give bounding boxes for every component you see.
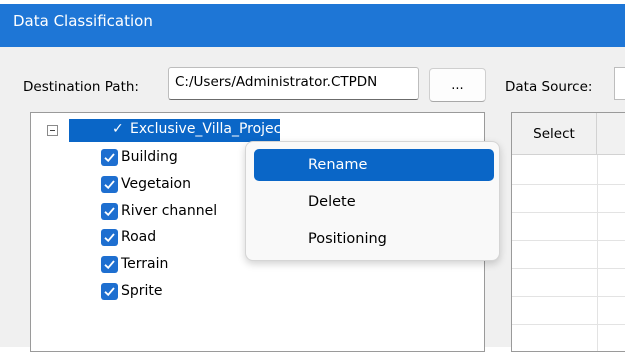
title-bar: Data Classification	[0, 0, 625, 47]
grid-row-line	[512, 324, 625, 325]
tree-item-road[interactable]: Road	[101, 227, 156, 247]
checkbox-checked-icon[interactable]	[101, 175, 118, 193]
checkbox-checked-icon[interactable]	[101, 148, 118, 166]
tree-root-selection[interactable]: ✓ Exclusive_Villa_Project	[69, 119, 287, 142]
grid-header: Select	[512, 113, 625, 155]
window-title: Data Classification	[13, 12, 153, 30]
checkmark-icon[interactable]: ✓	[112, 121, 124, 137]
data-source-label: Data Source:	[505, 79, 593, 95]
destination-path-input[interactable]: C:/Users/Administrator.CTPDN	[168, 67, 419, 100]
collapse-icon[interactable]	[47, 124, 58, 136]
tree-item-label: Building	[121, 149, 178, 165]
column-header-select[interactable]: Select	[512, 113, 597, 155]
grid-row-line	[512, 268, 625, 269]
context-menu: Rename Delete Positioning	[245, 141, 500, 261]
tree-item-label: Vegetaion	[121, 176, 191, 192]
tree-root-label[interactable]: Exclusive_Villa_Project	[130, 121, 287, 137]
tree-item-building[interactable]: Building	[101, 147, 178, 167]
grid-row-line	[512, 240, 625, 241]
tree-root-row[interactable]	[47, 119, 58, 141]
checkbox-checked-icon[interactable]	[101, 255, 118, 273]
data-classification-dialog: Data Classification Destination Path: C:…	[0, 0, 625, 352]
tree-item-vegetaion[interactable]: Vegetaion	[101, 174, 191, 194]
destination-path-label: Destination Path:	[23, 79, 139, 95]
grid-row-line	[512, 184, 625, 185]
tree-item-label: Sprite	[121, 283, 163, 299]
checkbox-checked-icon[interactable]	[101, 282, 118, 300]
checkbox-checked-icon[interactable]	[101, 228, 118, 246]
grid-row-line	[512, 296, 625, 297]
tree-item-river-channel[interactable]: River channel	[101, 201, 217, 221]
data-grid[interactable]: Select	[511, 112, 625, 352]
tree-item-terrain[interactable]: Terrain	[101, 254, 168, 274]
data-source-input[interactable]	[614, 67, 625, 100]
browse-button[interactable]: ...	[429, 68, 486, 102]
menu-item-rename[interactable]: Rename	[254, 149, 494, 181]
tree-item-label: River channel	[121, 203, 218, 219]
tree-item-label: Terrain	[121, 256, 169, 272]
menu-item-positioning[interactable]: Positioning	[254, 223, 494, 255]
title-top-strip	[0, 0, 625, 4]
grid-row-line	[512, 212, 625, 213]
menu-item-delete[interactable]: Delete	[254, 186, 494, 218]
checkbox-checked-icon[interactable]	[101, 202, 118, 220]
tree-item-label: Road	[121, 229, 157, 245]
tree-item-sprite[interactable]: Sprite	[101, 281, 163, 301]
